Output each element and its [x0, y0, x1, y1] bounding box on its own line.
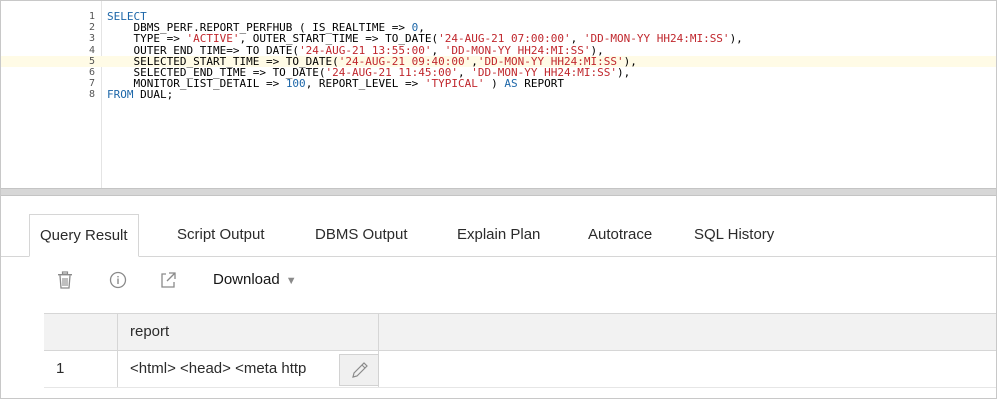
result-grid: report 1 <html> <head> <meta http — [44, 313, 996, 399]
row-number-header — [44, 314, 118, 350]
line-number: 8 — [88, 89, 95, 101]
line-number: 5 — [88, 55, 95, 67]
code-text: MONITOR_LIST_DETAIL => 100, REPORT_LEVEL… — [107, 78, 564, 89]
report-cell-value: <html> <head> <meta http — [130, 360, 307, 377]
code-token: ), — [616, 65, 631, 79]
code-token: 'TYPICAL' — [424, 77, 485, 91]
result-toolbar: Download ▼ — [1, 256, 996, 304]
line-number: 2 — [88, 22, 95, 34]
line-number: 1 — [88, 11, 95, 22]
code-token: ) — [484, 77, 505, 91]
code-token: 'DD-MON-YY HH24:MI:SS' — [583, 32, 730, 46]
tab-query-result[interactable]: Query Result — [29, 214, 139, 257]
sql-worksheet: 1 SELECT 2 DBMS_PERF.REPORT_PERFHUB ( IS_R… — [0, 0, 997, 399]
code-lines[interactable]: 1 SELECT 2 DBMS_PERF.REPORT_PERFHUB ( IS_R… — [1, 11, 996, 101]
code-token: REPORT — [517, 77, 564, 91]
tab-sql-history[interactable]: SQL History — [684, 214, 784, 256]
panel-splitter[interactable] — [1, 188, 996, 196]
tab-dbms-output[interactable]: DBMS Output — [305, 214, 418, 256]
line-number: 3 — [88, 33, 95, 45]
code-token: ), — [729, 32, 743, 46]
info-icon[interactable] — [107, 269, 129, 291]
code-line[interactable]: 8 FROM DUAL; — [1, 89, 996, 100]
code-text: FROM DUAL; — [107, 89, 173, 100]
code-token: DUAL; — [133, 88, 174, 102]
trash-icon[interactable] — [54, 269, 76, 291]
edit-cell-button[interactable] — [339, 354, 379, 386]
column-header-report[interactable]: report — [118, 314, 379, 350]
sql-editor[interactable]: 1 SELECT 2 DBMS_PERF.REPORT_PERFHUB ( IS_R… — [1, 1, 996, 188]
line-number: 6 — [88, 66, 95, 78]
tab-explain-plan[interactable]: Explain Plan — [447, 214, 550, 256]
code-token: , REPORT_LEVEL => — [305, 77, 425, 91]
code-token: 100 — [285, 77, 306, 91]
results-panel: Query Result Script Output DBMS Output E… — [1, 196, 996, 398]
download-dropdown[interactable]: Download ▼ — [213, 269, 297, 291]
table-row[interactable]: 1 <html> <head> <meta http — [44, 351, 996, 388]
external-link-icon[interactable] — [157, 269, 179, 291]
row-number: 1 — [44, 351, 118, 387]
line-number: 7 — [88, 78, 95, 90]
result-tabs: Query Result Script Output DBMS Output E… — [1, 214, 996, 257]
line-number: 4 — [88, 44, 95, 56]
code-token: FROM — [107, 88, 134, 102]
pencil-icon — [352, 362, 368, 378]
tab-script-output[interactable]: Script Output — [167, 214, 275, 256]
grid-header: report — [44, 314, 996, 351]
download-label: Download — [213, 271, 280, 288]
tab-autotrace[interactable]: Autotrace — [578, 214, 662, 256]
code-token: AS — [504, 77, 518, 91]
chevron-down-icon: ▼ — [285, 275, 297, 287]
